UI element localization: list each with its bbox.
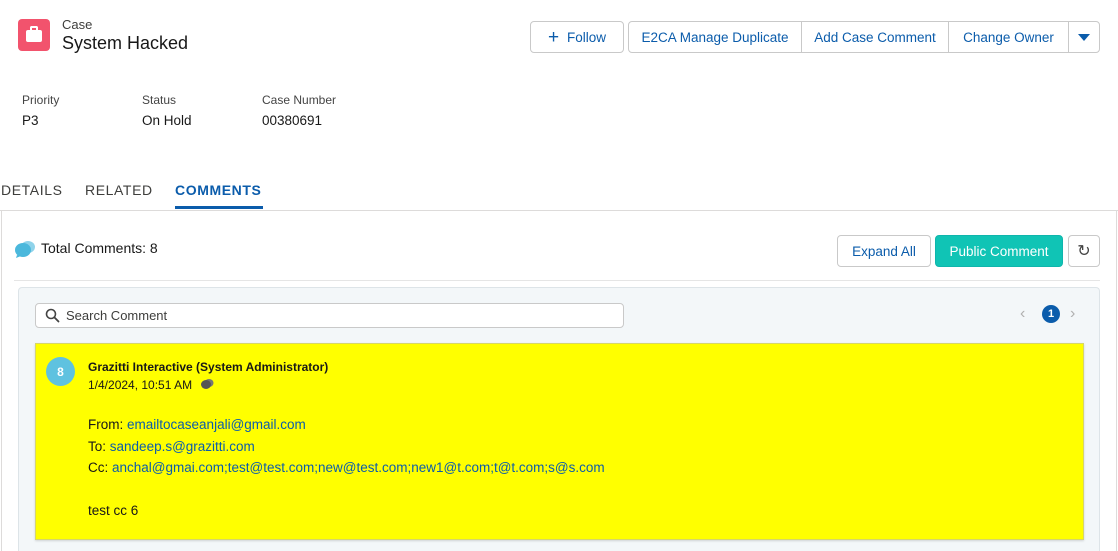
email-from-line: From: emailtocaseanjali@gmail.com [88, 417, 306, 432]
public-comment-button[interactable]: Public Comment [935, 235, 1063, 267]
comment-type-icon [201, 379, 214, 389]
more-actions-button[interactable] [1068, 21, 1100, 53]
comment-body: test cc 6 [88, 503, 139, 518]
follow-button[interactable]: + Follow [530, 21, 624, 53]
case-briefcase-icon [18, 19, 50, 51]
to-email-link[interactable]: sandeep.s@grazitti.com [110, 439, 255, 454]
to-label: To: [88, 439, 107, 454]
case-number-label: Case Number [262, 93, 337, 107]
email-cc-line: Cc: anchal@gmai.com;test@test.com;new@te… [88, 460, 605, 475]
tab-details[interactable]: DETAILS [1, 182, 63, 198]
expand-all-button[interactable]: Expand All [837, 235, 931, 267]
previous-page-icon[interactable]: ‹ [1020, 305, 1025, 323]
refresh-icon: ↻ [1077, 243, 1091, 260]
search-icon [45, 308, 60, 323]
comment-date: 1/4/2024, 10:51 AM [88, 378, 193, 392]
add-case-comment-button[interactable]: Add Case Comment [801, 21, 949, 53]
tab-comments[interactable]: COMMENTS [175, 182, 261, 198]
plus-icon: + [547, 26, 560, 48]
refresh-button[interactable]: ↻ [1068, 235, 1100, 267]
email-to-line: To: sandeep.s@grazitti.com [88, 439, 255, 454]
case-number-value: 00380691 [262, 113, 323, 128]
next-page-icon[interactable]: › [1070, 305, 1075, 323]
manage-duplicate-button[interactable]: E2CA Manage Duplicate [628, 21, 802, 53]
chevron-down-icon [1078, 33, 1090, 41]
total-comments: Total Comments: 8 [41, 240, 158, 256]
header-divider [14, 280, 1100, 281]
tab-related[interactable]: RELATED [85, 182, 153, 198]
priority-value: P3 [22, 113, 39, 128]
active-tab-indicator [175, 206, 263, 209]
current-page-badge[interactable]: 1 [1042, 305, 1060, 323]
comments-bubble-icon [15, 241, 35, 258]
comment-author: Grazitti Interactive (System Administrat… [88, 360, 329, 374]
cc-email-links[interactable]: anchal@gmai.com;test@test.com;new@test.c… [112, 460, 605, 475]
object-label: Case [62, 17, 93, 32]
from-label: From: [88, 417, 124, 432]
search-comment-input[interactable] [66, 305, 616, 326]
status-label: Status [142, 93, 177, 107]
page-title: System Hacked [62, 33, 189, 53]
priority-label: Priority [22, 93, 60, 107]
comment-index-avatar: 8 [46, 357, 75, 386]
from-email-link[interactable]: emailtocaseanjali@gmail.com [127, 417, 306, 432]
follow-label: Follow [567, 29, 607, 45]
change-owner-button[interactable]: Change Owner [948, 21, 1069, 53]
cc-label: Cc: [88, 460, 109, 475]
status-value: On Hold [142, 113, 192, 128]
